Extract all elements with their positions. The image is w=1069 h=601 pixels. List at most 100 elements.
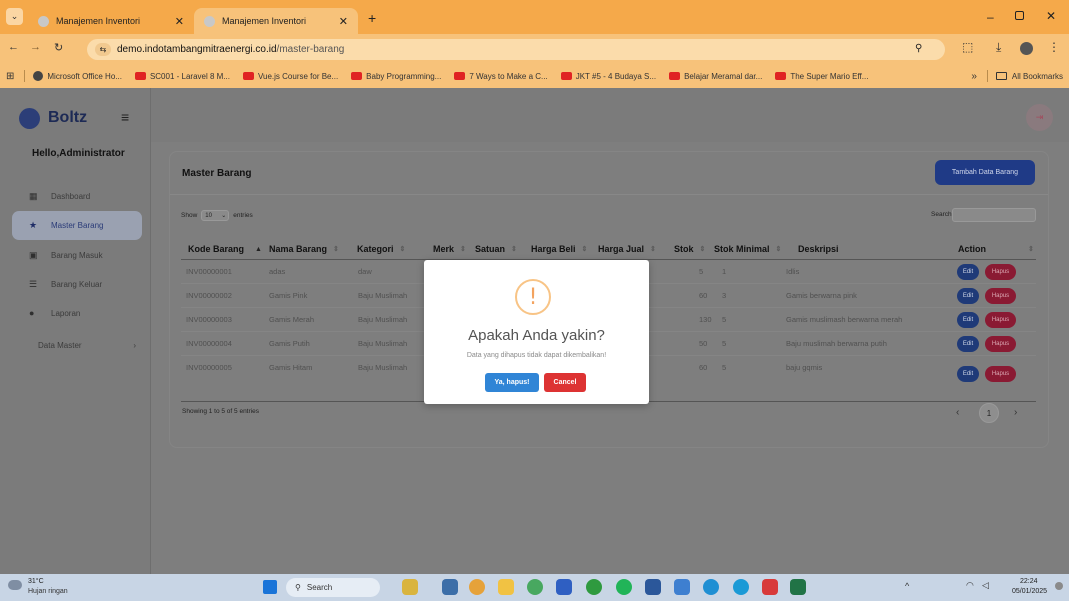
- forward-icon[interactable]: →: [30, 41, 41, 53]
- taskbar-search[interactable]: ⚲ Search: [286, 578, 380, 597]
- dialog-message: Data yang dihapus tidak dapat dikembalik…: [466, 352, 607, 359]
- bookmark-item[interactable]: Microsoft Office Ho...: [33, 71, 122, 81]
- close-icon[interactable]: ✕: [339, 15, 348, 28]
- start-icon[interactable]: [263, 580, 277, 594]
- bookmark-item[interactable]: JKT #5 - 4 Budaya S...: [560, 72, 656, 81]
- clock-date[interactable]: 05/01/2025: [1012, 588, 1047, 595]
- delete-button[interactable]: Hapus: [985, 312, 1016, 328]
- edit-button[interactable]: Edit: [957, 264, 979, 280]
- sidebar-item-laporan[interactable]: ● Laporan: [12, 299, 142, 328]
- pagination-next[interactable]: ›: [1014, 407, 1017, 418]
- chrome-icon[interactable]: [469, 579, 485, 595]
- excel-icon[interactable]: [790, 579, 806, 595]
- favicon-icon: [204, 15, 215, 27]
- browser-tab-active[interactable]: Manajemen Inventori ✕: [194, 8, 358, 34]
- window-close-icon[interactable]: ✕: [1046, 9, 1056, 23]
- clock-time[interactable]: 22:24: [1020, 578, 1038, 585]
- bookmark-item[interactable]: The Super Mario Eff...: [775, 72, 868, 81]
- tab-menu-button[interactable]: ⌄: [6, 8, 23, 25]
- delete-button[interactable]: Hapus: [985, 288, 1016, 304]
- zoom-icon[interactable]: ⚲: [915, 43, 922, 54]
- delete-button[interactable]: Hapus: [985, 264, 1016, 280]
- sidebar-item-barang-masuk[interactable]: ▣ Barang Masuk: [12, 241, 142, 270]
- sidebar-item-label: Barang Keluar: [51, 280, 103, 289]
- more-menu-icon[interactable]: ⋮: [1048, 40, 1060, 54]
- sidebar-toggle-icon[interactable]: ≡: [121, 109, 129, 125]
- new-tab-button[interactable]: +: [368, 10, 376, 26]
- sidebar-item-data-master[interactable]: Data Master ›: [12, 331, 142, 360]
- table-info: Showing 1 to 5 of 5 entries: [182, 408, 259, 415]
- column-header-merk[interactable]: Merk ⇕: [433, 238, 466, 260]
- column-header-satuan[interactable]: Satuan ⇕: [475, 238, 517, 260]
- close-icon[interactable]: ✕: [175, 15, 184, 28]
- logout-button[interactable]: ⇥: [1026, 104, 1053, 131]
- tray-chevron-icon[interactable]: ^: [905, 581, 909, 591]
- taskbar-app-icon[interactable]: [556, 579, 572, 595]
- minimize-icon[interactable]: –: [987, 10, 994, 24]
- cell-nama: Gamis Pink: [269, 291, 308, 300]
- taskbar-app-icon[interactable]: [527, 579, 543, 595]
- taskbar-app-icon[interactable]: [762, 579, 778, 595]
- bookmark-item[interactable]: SC001 - Laravel 8 M...: [134, 72, 230, 81]
- spotify-icon[interactable]: [616, 579, 632, 595]
- edit-button[interactable]: Edit: [957, 366, 979, 382]
- folder-icon[interactable]: [498, 579, 514, 595]
- back-icon[interactable]: ←: [8, 41, 19, 53]
- profile-avatar[interactable]: [1020, 42, 1033, 55]
- edit-button[interactable]: Edit: [957, 288, 979, 304]
- column-header-deskripsi[interactable]: Deskripsi: [798, 238, 839, 260]
- apps-icon[interactable]: ⊞: [6, 71, 14, 82]
- taskbar-app-icon[interactable]: [674, 579, 690, 595]
- wifi-icon[interactable]: ◠: [966, 580, 974, 591]
- sort-icon: ⇕: [775, 246, 782, 253]
- entries-select[interactable]: 10 ⌄: [201, 210, 230, 221]
- notification-icon[interactable]: [1055, 582, 1063, 590]
- more-bookmarks-icon[interactable]: »: [971, 71, 977, 82]
- sidebar-item-master-barang[interactable]: ★ Master Barang: [12, 211, 142, 240]
- reload-icon[interactable]: ↻: [54, 41, 63, 54]
- download-icon[interactable]: ⤓: [996, 40, 1001, 55]
- add-item-button[interactable]: Tambah Data Barang: [935, 160, 1035, 185]
- sidebar-item-dashboard[interactable]: ▦ Dashboard: [12, 182, 142, 211]
- xbox-icon[interactable]: [586, 579, 602, 595]
- column-header-stok[interactable]: Stok ⇕: [674, 238, 705, 260]
- edit-button[interactable]: Edit: [957, 336, 979, 352]
- word-icon[interactable]: [645, 579, 661, 595]
- column-header-kategori[interactable]: Kategori ⇕: [357, 238, 405, 260]
- column-header-nama[interactable]: Nama Barang ⇕: [269, 238, 339, 260]
- url-bar[interactable]: ⇆ demo.indotambangmitraenergi.co.id/mast…: [87, 39, 945, 60]
- office-icon: [33, 71, 44, 81]
- entries-value: 10: [205, 212, 212, 219]
- cancel-button[interactable]: Cancel: [544, 373, 586, 392]
- volume-icon[interactable]: ◁: [982, 580, 989, 591]
- pagination-page[interactable]: 1: [979, 403, 999, 423]
- sidebar-item-barang-keluar[interactable]: ☰ Barang Keluar: [12, 270, 142, 299]
- taskbar-app-icon[interactable]: [703, 579, 719, 595]
- bookmark-item[interactable]: Baby Programming...: [351, 72, 441, 81]
- column-header-stok-minimal[interactable]: Stok Minimal ⇕: [714, 238, 781, 260]
- bookmark-item[interactable]: 7 Ways to Make a C...: [454, 72, 548, 81]
- taskbar-app-icon[interactable]: [402, 579, 418, 595]
- taskbar-app-icon[interactable]: [442, 579, 458, 595]
- column-header-harga-jual[interactable]: Harga Jual ⇕: [598, 238, 656, 260]
- extensions-icon[interactable]: ⬚: [962, 40, 973, 54]
- pagination-prev[interactable]: ‹: [956, 407, 959, 418]
- url-path: /master-barang: [276, 44, 345, 55]
- delete-button[interactable]: Hapus: [985, 336, 1016, 352]
- edge-icon[interactable]: [733, 579, 749, 595]
- column-header-harga-beli[interactable]: Harga Beli ⇕: [531, 238, 587, 260]
- bookmark-item[interactable]: Vue.js Course for Be...: [242, 72, 338, 81]
- confirm-delete-button[interactable]: Ya, hapus!: [485, 373, 539, 392]
- maximize-icon[interactable]: [1015, 11, 1024, 20]
- divider: [986, 70, 988, 82]
- column-header-action[interactable]: Action ⇕: [958, 238, 1034, 260]
- delete-button[interactable]: Hapus: [985, 366, 1016, 382]
- cell-nama: Gamis Putih: [269, 339, 310, 348]
- browser-tab[interactable]: Manajemen Inventori ✕: [28, 8, 194, 34]
- site-info-icon[interactable]: ⇆: [95, 43, 111, 56]
- bookmark-item[interactable]: Belajar Meramal dar...: [669, 72, 762, 81]
- search-input[interactable]: [952, 208, 1036, 222]
- all-bookmarks-link[interactable]: All Bookmarks: [1012, 72, 1063, 81]
- edit-button[interactable]: Edit: [957, 312, 979, 328]
- column-header-kode[interactable]: Kode Barang ▲: [188, 238, 262, 260]
